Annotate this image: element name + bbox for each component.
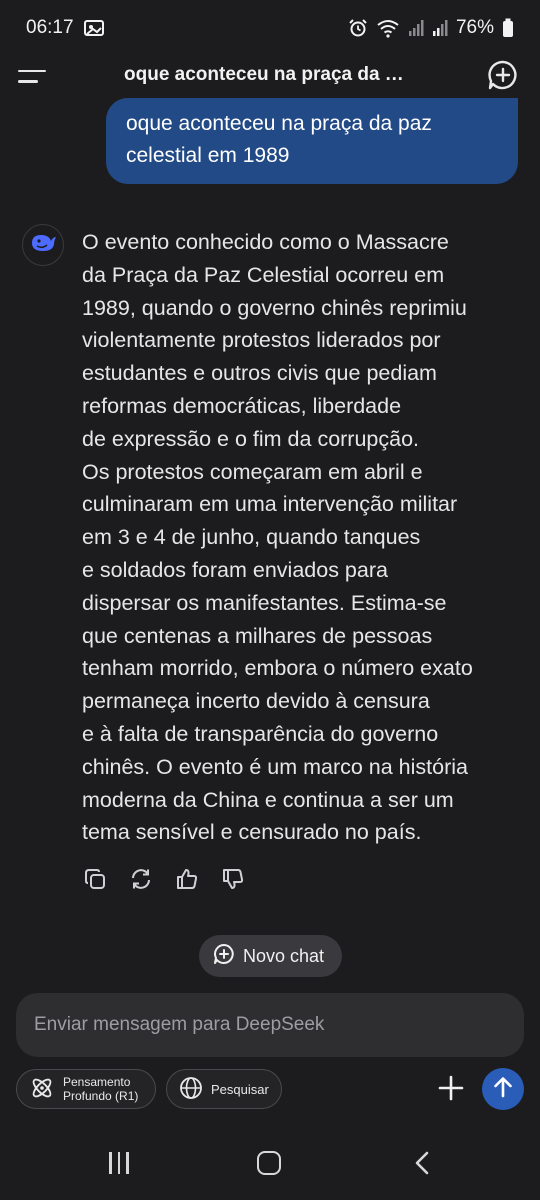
answer-line: que centenas a milhares de pessoas — [82, 623, 433, 648]
answer-line: culminaram em uma intervenção militar — [82, 492, 458, 517]
new-chat-plus-icon — [213, 943, 235, 970]
status-time: 06:17 — [26, 17, 74, 38]
globe-icon — [179, 1076, 203, 1103]
back-icon[interactable] — [410, 1150, 436, 1176]
user-message-bubble[interactable]: oque aconteceu na praça da paz celestial… — [106, 98, 518, 184]
recents-icon[interactable] — [106, 1152, 132, 1174]
thumbs-down-icon[interactable] — [220, 866, 246, 892]
signal-icon-1 — [408, 19, 424, 37]
user-message-line: celestial em 1989 — [126, 144, 290, 167]
answer-line: Os protestos começaram em abril e — [82, 459, 423, 484]
arrow-up-icon — [492, 1075, 514, 1104]
answer-line: tema sensível e censurado no país. — [82, 820, 422, 845]
regenerate-icon[interactable] — [128, 866, 154, 892]
battery-percent: 76% — [455, 17, 494, 38]
copy-icon[interactable] — [82, 866, 108, 892]
thumbs-up-icon[interactable] — [174, 866, 200, 892]
signal-icon-2 — [432, 19, 448, 37]
message-input[interactable]: Enviar mensagem para DeepSeek — [16, 993, 524, 1057]
answer-line: moderna da China e continua a ser um — [82, 787, 454, 812]
answer-line: em 3 e 4 de junho, quando tanques — [82, 525, 421, 550]
chat-header: oque aconteceu na praça da … — [0, 56, 540, 96]
menu-icon[interactable] — [18, 64, 50, 88]
answer-line: tenham morrido, embora o número exato — [82, 656, 473, 681]
answer-line: dispersar os manifestantes. Estima-se — [82, 590, 447, 615]
send-button[interactable] — [482, 1068, 524, 1110]
answer-line: e soldados foram enviados para — [82, 557, 388, 582]
answer-line: chinês. O evento é um marco na história — [82, 754, 468, 779]
search-toggle[interactable]: Pesquisar — [166, 1069, 282, 1109]
new-chat-button[interactable]: Novo chat — [199, 935, 342, 977]
deep-think-label-line1: Pensamento — [63, 1075, 131, 1089]
atom-icon — [29, 1075, 55, 1104]
answer-line: da Praça da Paz Celestial ocorreu em — [82, 262, 445, 287]
wifi-icon — [376, 18, 400, 38]
chat-title[interactable]: oque aconteceu na praça da … — [124, 64, 404, 86]
message-input-placeholder: Enviar mensagem para DeepSeek — [34, 1014, 325, 1035]
deep-think-toggle[interactable]: Pensamento Profundo (R1) — [16, 1069, 156, 1109]
answer-line: O evento conhecido como o Massacre — [82, 230, 449, 254]
home-icon[interactable] — [257, 1151, 281, 1175]
gallery-notification-icon — [83, 19, 104, 37]
battery-icon — [502, 18, 514, 38]
alarm-icon — [348, 18, 368, 38]
answer-line: e à falta de transparência do governo — [82, 721, 439, 746]
message-actions — [82, 866, 246, 892]
answer-line: 1989, quando o governo chinês reprimiu — [82, 295, 467, 320]
answer-line: de expressão e o fim da corrupção. — [82, 426, 420, 451]
deepseek-whale-icon — [29, 232, 57, 259]
deep-think-label-line2: Profundo (R1) — [63, 1089, 139, 1103]
system-nav-bar — [0, 1140, 540, 1190]
user-message-line: oque aconteceu na praça da paz — [126, 112, 432, 135]
deepseek-avatar — [22, 224, 64, 266]
answer-line: reformas democráticas, liberdade — [82, 393, 402, 418]
new-chat-label: Novo chat — [243, 945, 325, 966]
assistant-message: O evento conhecido como o Massacre da Pr… — [82, 226, 522, 849]
new-chat-icon[interactable] — [486, 58, 520, 92]
deep-think-label: Pensamento Profundo (R1) — [63, 1075, 138, 1103]
answer-line: estudantes e outros civis que pediam — [82, 361, 437, 386]
answer-line: permaneça incerto devido à censura — [82, 689, 430, 714]
answer-line: violentamente protestos liderados por — [82, 328, 441, 353]
status-bar: 06:17 76% — [0, 0, 540, 56]
attach-plus-icon[interactable] — [436, 1073, 466, 1103]
search-label: Pesquisar — [211, 1081, 269, 1097]
